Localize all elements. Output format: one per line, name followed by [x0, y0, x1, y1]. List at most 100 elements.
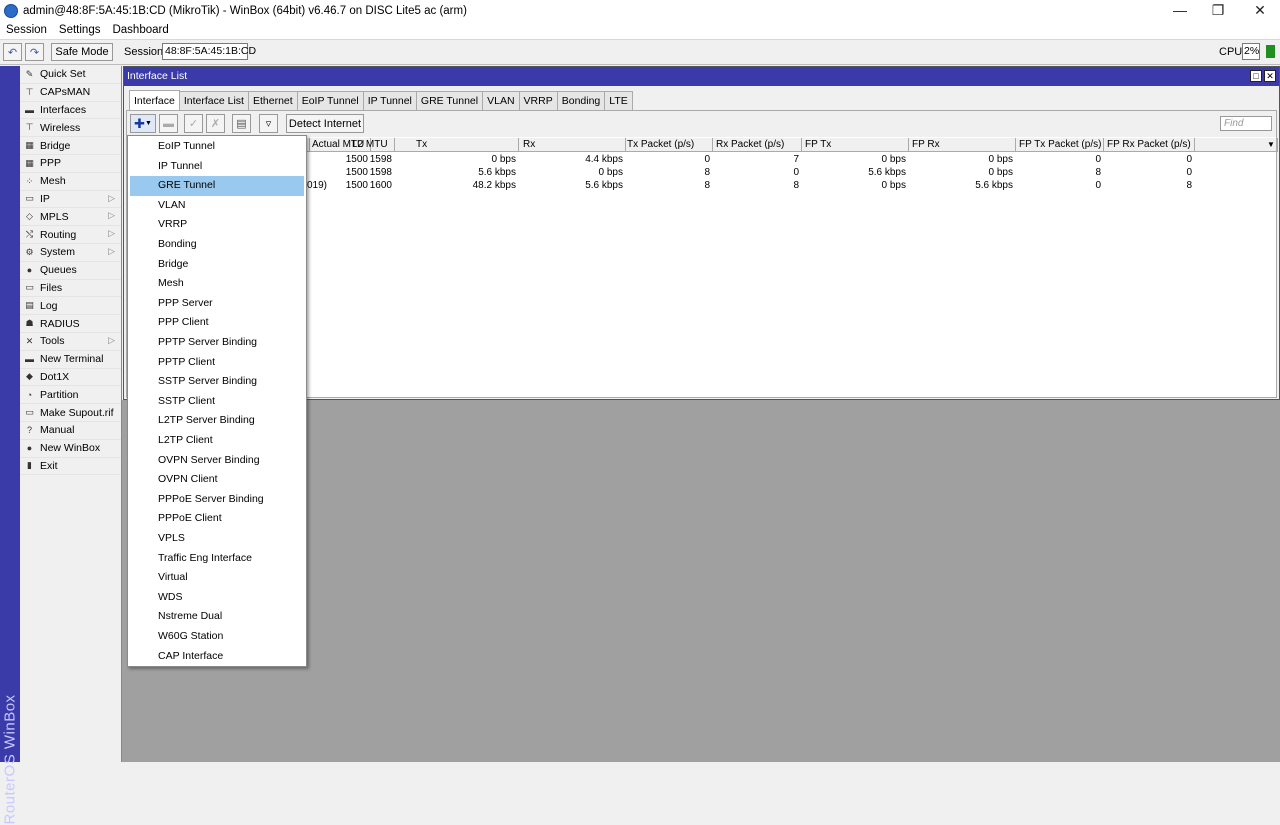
tab-ethernet[interactable]: Ethernet — [247, 91, 298, 110]
sidebar-item-new-terminal[interactable]: ▬ New Terminal — [20, 351, 121, 369]
sidebar-item-interfaces[interactable]: ▬ Interfaces — [20, 102, 121, 120]
menu-item-nstreme-dual[interactable]: Nstreme Dual — [130, 607, 304, 627]
sidebar-item-log[interactable]: ▤ Log — [20, 297, 121, 316]
column-chooser-icon[interactable]: ▼ — [1265, 138, 1278, 152]
undo-button[interactable]: ↶ — [3, 43, 22, 61]
menu-item-gre-tunnel[interactable]: GRE Tunnel — [130, 176, 304, 196]
find-input[interactable]: Find — [1220, 116, 1272, 131]
menu-item-bridge[interactable]: Bridge — [130, 255, 304, 275]
restore-button[interactable]: ❐ — [1198, 0, 1238, 20]
tab-ip-tunnel[interactable]: IP Tunnel — [362, 91, 417, 110]
sidebar-item-routing[interactable]: ⤭ Routing ▷ — [20, 226, 121, 244]
sidebar-item-capsman[interactable]: ⊤ CAPsMAN — [20, 84, 121, 102]
sidebar-item-partition[interactable]: ◔ Partition — [20, 386, 121, 405]
add-button[interactable]: ✚ ▼ — [130, 114, 156, 133]
menu-item-traffic-eng-interface[interactable]: Traffic Eng Interface — [130, 549, 304, 569]
sidebar-item-label: PPP — [40, 157, 62, 170]
menu-item-w60g-station[interactable]: W60G Station — [130, 627, 304, 647]
sidebar-item-ip[interactable]: ▭ IP ▷ — [20, 191, 121, 209]
table-cell: 8 — [1186, 180, 1192, 191]
remove-button[interactable]: ▬ — [159, 114, 178, 133]
column-header[interactable]: L2 MTU — [350, 138, 395, 152]
tab-lte[interactable]: LTE — [604, 91, 633, 110]
window-close-button[interactable]: ✕ — [1264, 70, 1276, 82]
disable-button[interactable]: ✗ — [206, 114, 225, 133]
menu-item-eoip-tunnel[interactable]: EoIP Tunnel — [130, 137, 304, 157]
menu-item-ppp-server[interactable]: PPP Server — [130, 294, 304, 314]
table-cell: 0 — [1095, 154, 1101, 165]
menu-item-ppp-client[interactable]: PPP Client — [130, 313, 304, 333]
menu-item-ip-tunnel[interactable]: IP Tunnel — [130, 157, 304, 177]
table-cell: 0 bps — [881, 154, 906, 165]
sidebar-item-make-supout-rif[interactable]: ▭ Make Supout.rif — [20, 404, 121, 422]
sidebar-item-exit[interactable]: ▮ Exit — [20, 458, 121, 476]
minimize-button[interactable]: — — [1160, 0, 1200, 20]
menu-item-mesh[interactable]: Mesh — [130, 274, 304, 294]
filter-button[interactable]: ▿ — [259, 114, 278, 133]
sidebar-item-label: CAPsMAN — [40, 86, 91, 99]
menu-item-vpls[interactable]: VPLS — [130, 529, 304, 549]
tab-interface[interactable]: Interface — [129, 90, 180, 110]
sidebar-item-bridge[interactable]: ▦ Bridge — [20, 137, 121, 155]
tab-vrrp[interactable]: VRRP — [518, 91, 558, 110]
menu-session[interactable]: Session — [0, 24, 53, 36]
menu-item-vrrp[interactable]: VRRP — [130, 215, 304, 235]
sidebar-item-ppp[interactable]: ▦ PPP — [20, 155, 121, 173]
sidebar-item-mpls[interactable]: ◇ MPLS ▷ — [20, 208, 121, 227]
column-header[interactable]: FP Tx Packet (p/s) — [1017, 138, 1104, 152]
column-header[interactable]: Rx — [521, 138, 626, 152]
tab-eoip-tunnel[interactable]: EoIP Tunnel — [296, 91, 364, 110]
tab-vlan[interactable]: VLAN — [482, 91, 520, 110]
menu-item-pptp-client[interactable]: PPTP Client — [130, 353, 304, 373]
close-button[interactable]: ✕ — [1240, 0, 1280, 20]
cross-icon: ✗ — [210, 118, 221, 130]
menu-item-vlan[interactable]: VLAN — [130, 196, 304, 216]
menu-item-wds[interactable]: WDS — [130, 588, 304, 608]
menu-item-l2tp-client[interactable]: L2TP Client — [130, 431, 304, 451]
menu-item-sstp-server-binding[interactable]: SSTP Server Binding — [130, 372, 304, 392]
menu-item-cap-interface[interactable]: CAP Interface — [130, 647, 304, 667]
column-header[interactable]: Rx Packet (p/s) — [714, 138, 802, 152]
sidebar-item-quick-set[interactable]: ✎ Quick Set — [20, 66, 121, 84]
redo-button[interactable]: ↷ — [25, 43, 44, 61]
column-header[interactable]: Tx Packet (p/s) — [625, 138, 713, 152]
tab-bonding[interactable]: Bonding — [556, 91, 606, 110]
sidebar-item-radius[interactable]: ☗ RADIUS — [20, 315, 121, 333]
menu-item-ovpn-client[interactable]: OVPN Client — [130, 470, 304, 490]
sidebar-item-files[interactable]: ▭ Files — [20, 280, 121, 298]
menu-item-pptp-server-binding[interactable]: PPTP Server Binding — [130, 333, 304, 353]
sidebar-item-tools[interactable]: ✕ Tools ▷ — [20, 333, 121, 351]
sidebar-item-system[interactable]: ⚙ System ▷ — [20, 244, 121, 262]
sidebar-item-queues[interactable]: ● Queues — [20, 262, 121, 280]
comment-button[interactable]: ▤ — [232, 114, 251, 133]
column-header[interactable]: FP Tx — [803, 138, 909, 152]
menu-item-virtual[interactable]: Virtual — [130, 568, 304, 588]
window-maximize-button[interactable]: □ — [1250, 70, 1262, 82]
capsman-icon: ⊤ — [25, 86, 34, 97]
add-interface-menu: EoIP Tunnel IP Tunnel GRE Tunnel VLAN VRRP Bo… — [127, 135, 307, 667]
sidebar-item-wireless[interactable]: ⊤ Wireless — [20, 119, 121, 138]
enable-button[interactable]: ✓ — [184, 114, 203, 133]
interface-list-titlebar[interactable]: Interface List □ ✕ — [124, 67, 1279, 86]
tab-gre-tunnel[interactable]: GRE Tunnel — [415, 91, 484, 110]
sidebar-item-dot1x[interactable]: ◆ Dot1X — [20, 369, 121, 387]
sidebar-item-new-winbox[interactable]: ● New WinBox — [20, 440, 121, 458]
menu-dashboard[interactable]: Dashboard — [106, 24, 174, 36]
sidebar-item-mesh[interactable]: ⁘ Mesh — [20, 173, 121, 191]
column-header[interactable]: FP Rx — [910, 138, 1016, 152]
menu-item-l2tp-server-binding[interactable]: L2TP Server Binding — [130, 411, 304, 431]
menu-settings[interactable]: Settings — [53, 24, 107, 36]
menu-item-pppoe-client[interactable]: PPPoE Client — [130, 509, 304, 529]
menu-item-sstp-client[interactable]: SSTP Client — [130, 392, 304, 412]
sidebar-item-label: Routing — [40, 228, 77, 241]
table-cell: 0 — [704, 154, 710, 165]
menu-item-pppoe-server-binding[interactable]: PPPoE Server Binding — [130, 490, 304, 510]
detect-internet-button[interactable]: Detect Internet — [286, 114, 364, 133]
column-header[interactable]: Tx — [414, 138, 519, 152]
menu-item-bonding[interactable]: Bonding — [130, 235, 304, 255]
sidebar-item-manual[interactable]: ? Manual — [20, 422, 121, 440]
menu-item-ovpn-server-binding[interactable]: OVPN Server Binding — [130, 451, 304, 471]
tab-interface-list[interactable]: Interface List — [178, 91, 249, 110]
column-header[interactable]: FP Rx Packet (p/s) — [1105, 138, 1195, 152]
safe-mode-button[interactable]: Safe Mode — [51, 43, 113, 61]
